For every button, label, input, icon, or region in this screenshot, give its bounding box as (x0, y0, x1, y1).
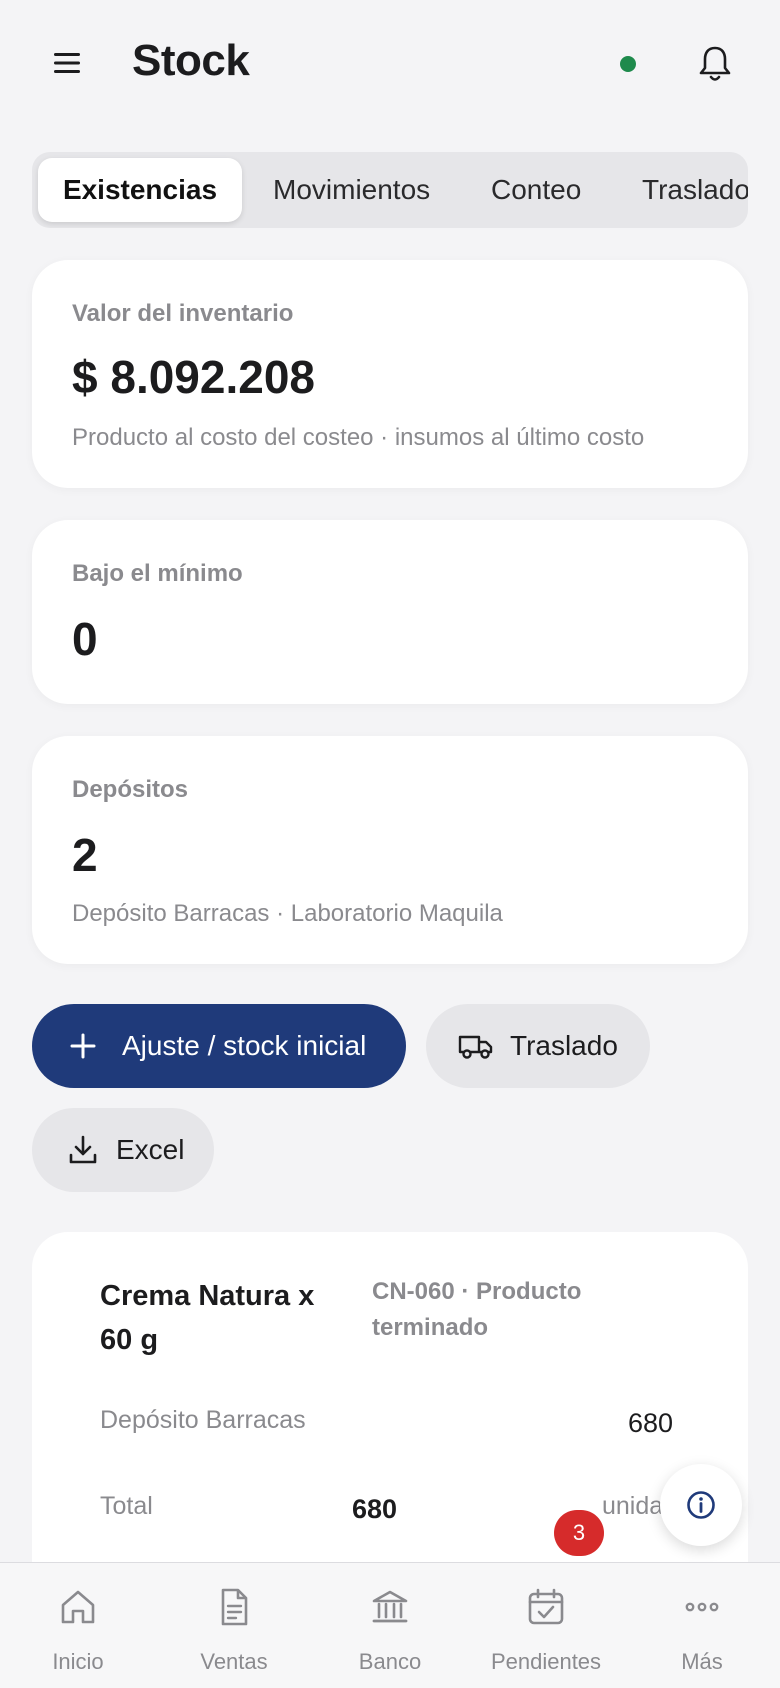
nav-inicio[interactable]: Inicio (0, 1563, 156, 1688)
plus-icon (70, 1033, 96, 1059)
truck-icon (458, 1035, 493, 1059)
below-minimum-label: Bajo el mínimo (72, 560, 243, 587)
excel-label: Excel (116, 1134, 185, 1165)
nav-ventas[interactable]: Ventas (156, 1563, 312, 1688)
nav-mas[interactable]: Más (624, 1563, 780, 1688)
notifications-bell-icon[interactable] (697, 44, 733, 84)
page-title: Stock (132, 36, 250, 85)
info-button[interactable] (660, 1464, 742, 1546)
info-icon (687, 1491, 715, 1519)
nav-inicio-label: Inicio (52, 1649, 104, 1674)
total-row-unit: unida (602, 1492, 664, 1520)
nav-mas-label: Más (681, 1649, 723, 1674)
deposits-card: Depósitos 2 Depósito Barracas · Laborato… (32, 736, 748, 964)
transfer-label: Traslado (510, 1030, 618, 1061)
total-row-quantity: 680 (352, 1494, 398, 1524)
document-icon (221, 1588, 248, 1626)
product-code-type: CN-060 · Producto terminado (372, 1278, 582, 1341)
tab-traslado[interactable]: Traslado (642, 158, 748, 222)
tab-existencias[interactable]: Existencias (38, 158, 242, 222)
transfer-button[interactable]: Traslado (426, 1004, 650, 1088)
pendientes-count-badge: 3 (554, 1510, 604, 1556)
bank-icon (372, 1590, 408, 1623)
tab-movimientos[interactable]: Movimientos (273, 158, 430, 222)
nav-pendientes-label: Pendientes (490, 1649, 602, 1674)
deposits-count: 2 (72, 829, 98, 881)
total-row-label: Total (100, 1492, 153, 1520)
more-dots-icon (685, 1602, 719, 1612)
below-minimum-card: Bajo el mínimo 0 (32, 520, 748, 704)
calendar-check-icon (528, 1588, 564, 1625)
nav-banco[interactable]: Banco (312, 1563, 468, 1688)
online-status-dot (620, 56, 636, 72)
adjust-stock-label: Ajuste / stock inicial (122, 1030, 367, 1061)
inventory-value-amount: $ 8.092.208 (72, 351, 316, 403)
adjust-stock-button[interactable]: Ajuste / stock inicial (32, 1004, 406, 1088)
deposit-row-quantity: 680 (628, 1408, 674, 1438)
below-minimum-count: 0 (72, 613, 98, 665)
stock-tabs: Existencias Movimientos Conteo Traslado (32, 152, 748, 228)
download-icon (69, 1135, 97, 1164)
menu-icon[interactable] (50, 46, 84, 80)
deposits-list: Depósito Barracas · Laboratorio Maquila (72, 900, 503, 927)
deposits-label: Depósitos (72, 776, 189, 803)
app-header: Stock (0, 0, 780, 130)
excel-export-button[interactable]: Excel (32, 1108, 214, 1192)
nav-banco-label: Banco (358, 1649, 422, 1674)
home-icon (61, 1590, 95, 1624)
inventory-value-note: Producto al costo del costeo · insumos a… (72, 424, 645, 451)
product-name: Crema Natura x 60 g (100, 1280, 315, 1356)
tab-conteo[interactable]: Conteo (491, 158, 581, 222)
nav-pendientes[interactable]: Pendientes (468, 1563, 624, 1688)
inventory-value-card: Valor del inventario $ 8.092.208 Product… (32, 260, 748, 488)
bottom-navigation: Inicio Ventas Banco Pendientes Más (0, 1562, 780, 1688)
nav-ventas-label: Ventas (200, 1649, 268, 1674)
deposit-row-label: Depósito Barracas (100, 1406, 306, 1434)
inventory-value-label: Valor del inventario (72, 300, 294, 327)
